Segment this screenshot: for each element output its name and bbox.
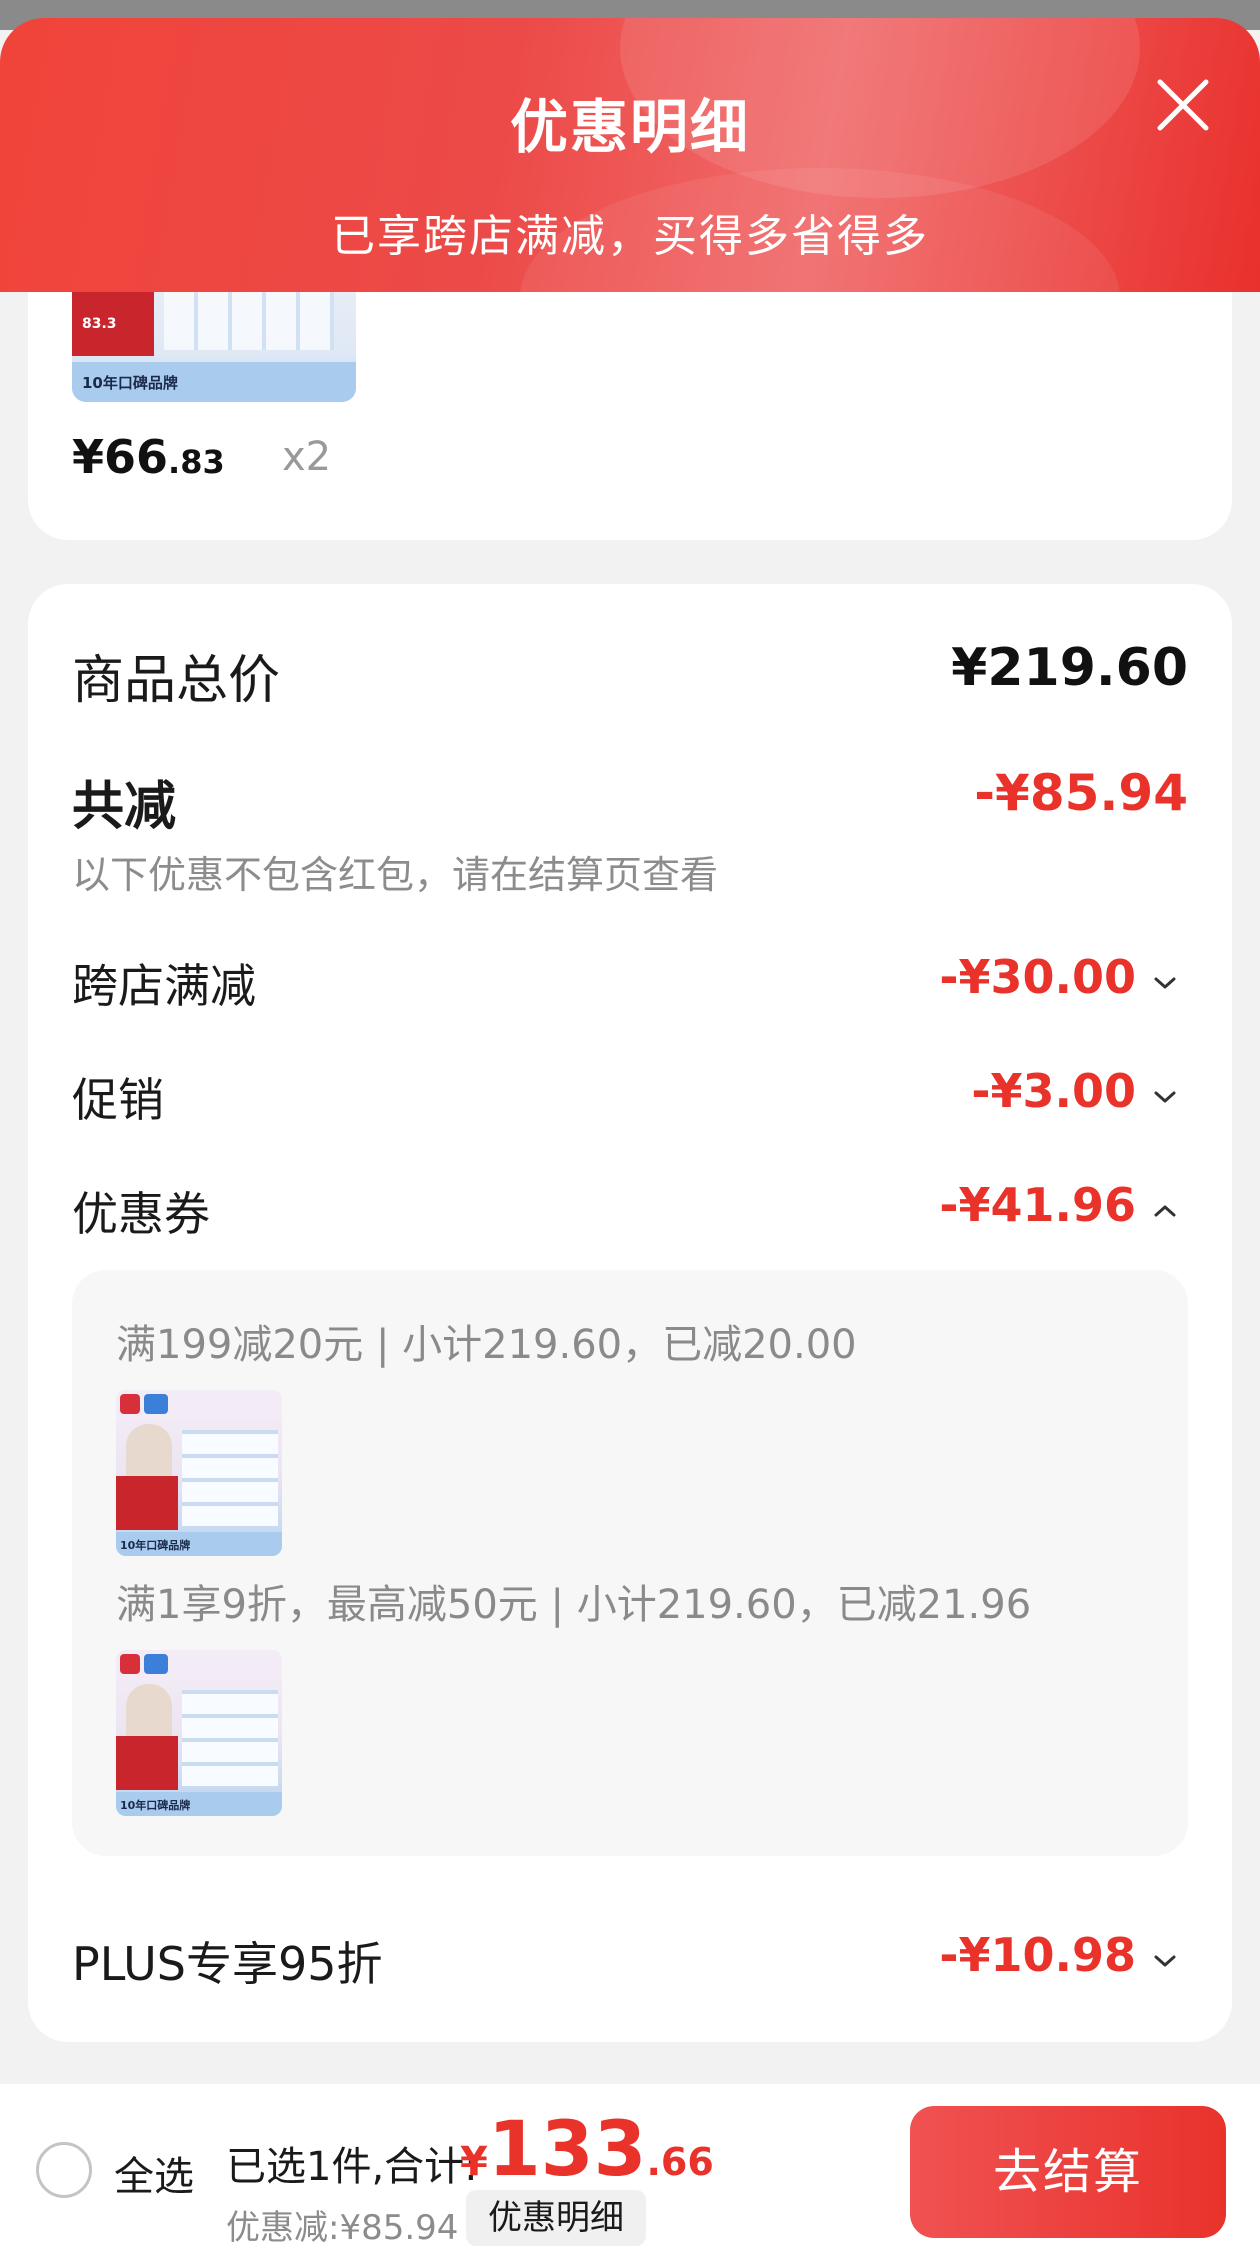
thumb-price-badge: 83.3 xyxy=(72,286,154,356)
coupon-product-thumbnail[interactable]: 10年口碑品牌 xyxy=(116,1390,282,1556)
product-thumbnail[interactable]: 83.3 10年口碑品牌 xyxy=(72,280,356,402)
coupon-rule-text: 满1享9折，最高减50元 | 小计219.60，已减21.96 xyxy=(116,1582,1032,1628)
discount-row-label: 促销 xyxy=(72,1073,164,1127)
brand-logo-icon xyxy=(144,1394,168,1414)
discount-row-value: -¥30.00 xyxy=(939,950,1136,1004)
discount-header: 优惠明细 已享跨店满减，买得多省得多 xyxy=(0,18,1260,292)
brand-logo-icon xyxy=(120,1654,140,1674)
discount-detail-button[interactable]: 优惠明细 xyxy=(466,2190,646,2246)
close-icon xyxy=(1157,79,1209,131)
chevron-down-icon xyxy=(1154,977,1176,989)
close-button[interactable] xyxy=(1152,74,1214,136)
checkout-bar: 全选 已选1件,合计: ¥133.66 优惠减:¥85.94 优惠明细 去结算 xyxy=(0,2084,1260,2258)
price-summary-card: 商品总价 ¥219.60 共减 -¥85.94 以下优惠不包含红包，请在结算页查… xyxy=(28,584,1232,2042)
header-subtitle: 已享跨店满减，买得多省得多 xyxy=(331,211,929,262)
thumb-tissue-packs xyxy=(182,1690,278,1786)
thumb-price-badge xyxy=(116,1736,178,1790)
discount-row-cross-store[interactable]: 跨店满减 -¥30.00 xyxy=(28,950,1232,1020)
chevron-up-icon xyxy=(1154,1205,1176,1217)
selected-count-label: 已选1件,合计: xyxy=(226,2144,478,2190)
discount-amount-label: 优惠减:¥85.94 xyxy=(226,2208,459,2248)
brand-logo-icon xyxy=(144,1654,168,1674)
select-all-checkbox[interactable] xyxy=(36,2142,92,2198)
coupon-rule-text: 满199减20元 | 小计219.60，已减20.00 xyxy=(116,1322,857,1368)
thumb-caption-bar: 10年口碑品牌 xyxy=(116,1792,282,1816)
thumb-caption-bar: 10年口碑品牌 xyxy=(72,362,356,402)
discount-row-coupon[interactable]: 优惠券 -¥41.96 xyxy=(28,1178,1232,1248)
product-price: ¥66.83 xyxy=(72,430,225,484)
coupon-product-thumbnail[interactable]: 10年口碑品牌 xyxy=(116,1650,282,1816)
checkout-button[interactable]: 去结算 xyxy=(910,2106,1226,2238)
thumb-price-badge xyxy=(116,1476,178,1530)
chevron-down-icon xyxy=(1154,1955,1176,1967)
discount-row-plus[interactable]: PLUS专享95折 -¥10.98 xyxy=(28,1928,1232,1998)
page-title: 优惠明细 xyxy=(509,93,750,161)
discount-detail-page: 83.3 10年口碑品牌 ¥66.83 x2 优惠明细 已享跨店满减，买得多省得… xyxy=(0,0,1260,2258)
discount-row-label: PLUS专享95折 xyxy=(72,1937,383,1991)
grand-total-price: ¥133.66 xyxy=(460,2104,714,2193)
coupon-detail-panel: 满199减20元 | 小计219.60，已减20.00 10年口碑品牌 满1享9… xyxy=(72,1270,1188,1856)
total-price-label: 商品总价 xyxy=(72,651,281,711)
total-reduction-value: -¥85.94 xyxy=(974,764,1188,822)
discount-row-value: -¥3.00 xyxy=(971,1064,1136,1118)
discount-row-value: -¥41.96 xyxy=(939,1178,1136,1232)
brand-logo-icon xyxy=(120,1394,140,1414)
discount-row-promotion[interactable]: 促销 -¥3.00 xyxy=(28,1064,1232,1134)
thumb-tissue-packs xyxy=(164,290,334,350)
thumb-top-band xyxy=(116,1650,282,1680)
discount-row-label: 优惠券 xyxy=(72,1187,210,1241)
product-quantity: x2 xyxy=(282,434,332,480)
reduction-note: 以下优惠不包含红包，请在结算页查看 xyxy=(72,853,719,897)
discount-row-value: -¥10.98 xyxy=(939,1928,1136,1982)
total-reduction-label: 共减 xyxy=(72,777,177,837)
chevron-down-icon xyxy=(1154,1091,1176,1103)
total-price-value: ¥219.60 xyxy=(951,638,1188,698)
thumb-top-band xyxy=(116,1390,282,1420)
discount-row-label: 跨店满减 xyxy=(72,959,256,1013)
thumb-tissue-packs xyxy=(182,1430,278,1526)
thumb-caption-bar: 10年口碑品牌 xyxy=(116,1532,282,1556)
select-all-label[interactable]: 全选 xyxy=(114,2144,194,2202)
